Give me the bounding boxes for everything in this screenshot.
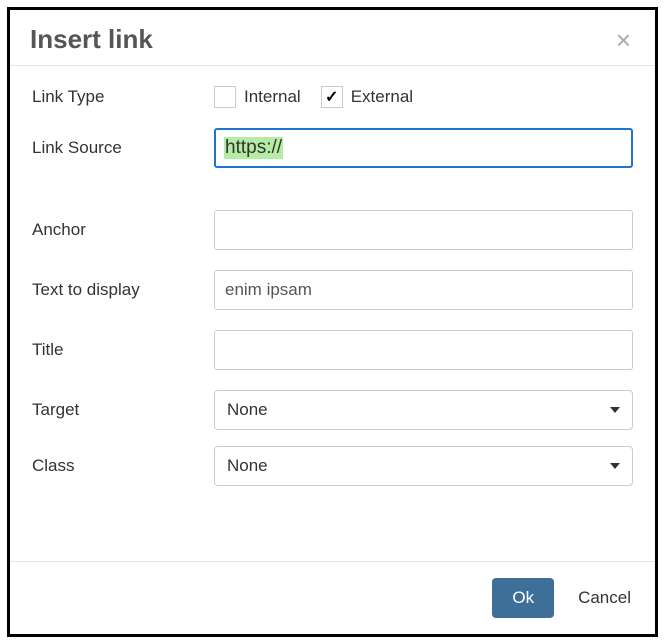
row-link-type: Link Type Internal External xyxy=(32,86,633,108)
link-source-input[interactable]: https:// xyxy=(214,128,633,168)
class-value: None xyxy=(227,456,268,476)
checkbox-external[interactable] xyxy=(321,86,343,108)
label-target: Target xyxy=(32,400,214,420)
dialog-header: Insert link × xyxy=(10,10,655,66)
text-to-display-input[interactable] xyxy=(214,270,633,310)
label-link-source: Link Source xyxy=(32,138,214,158)
target-select[interactable]: None xyxy=(214,390,633,430)
label-text-to-display: Text to display xyxy=(32,280,214,300)
checkbox-internal-label: Internal xyxy=(244,87,301,107)
close-icon[interactable]: × xyxy=(612,27,635,53)
row-target: Target None xyxy=(32,390,633,430)
chevron-down-icon xyxy=(610,463,620,469)
cancel-button[interactable]: Cancel xyxy=(576,584,633,612)
title-input[interactable] xyxy=(214,330,633,370)
dialog-title: Insert link xyxy=(30,24,153,55)
link-type-options: Internal External xyxy=(214,86,633,108)
chevron-down-icon xyxy=(610,407,620,413)
ok-button[interactable]: Ok xyxy=(492,578,554,618)
row-anchor: Anchor xyxy=(32,210,633,250)
label-class: Class xyxy=(32,456,214,476)
insert-link-dialog: Insert link × Link Type Internal Externa… xyxy=(7,7,658,637)
label-link-type: Link Type xyxy=(32,87,214,107)
link-source-value: https:// xyxy=(224,137,283,159)
row-title: Title xyxy=(32,330,633,370)
label-title: Title xyxy=(32,340,214,360)
class-select[interactable]: None xyxy=(214,446,633,486)
row-text-to-display: Text to display xyxy=(32,270,633,310)
dialog-body: Link Type Internal External Link Source … xyxy=(10,66,655,561)
checkbox-external-label: External xyxy=(351,87,413,107)
row-class: Class None xyxy=(32,446,633,486)
target-value: None xyxy=(227,400,268,420)
checkbox-internal[interactable] xyxy=(214,86,236,108)
row-link-source: Link Source https:// xyxy=(32,128,633,168)
anchor-input[interactable] xyxy=(214,210,633,250)
label-anchor: Anchor xyxy=(32,220,214,240)
dialog-footer: Ok Cancel xyxy=(10,561,655,634)
